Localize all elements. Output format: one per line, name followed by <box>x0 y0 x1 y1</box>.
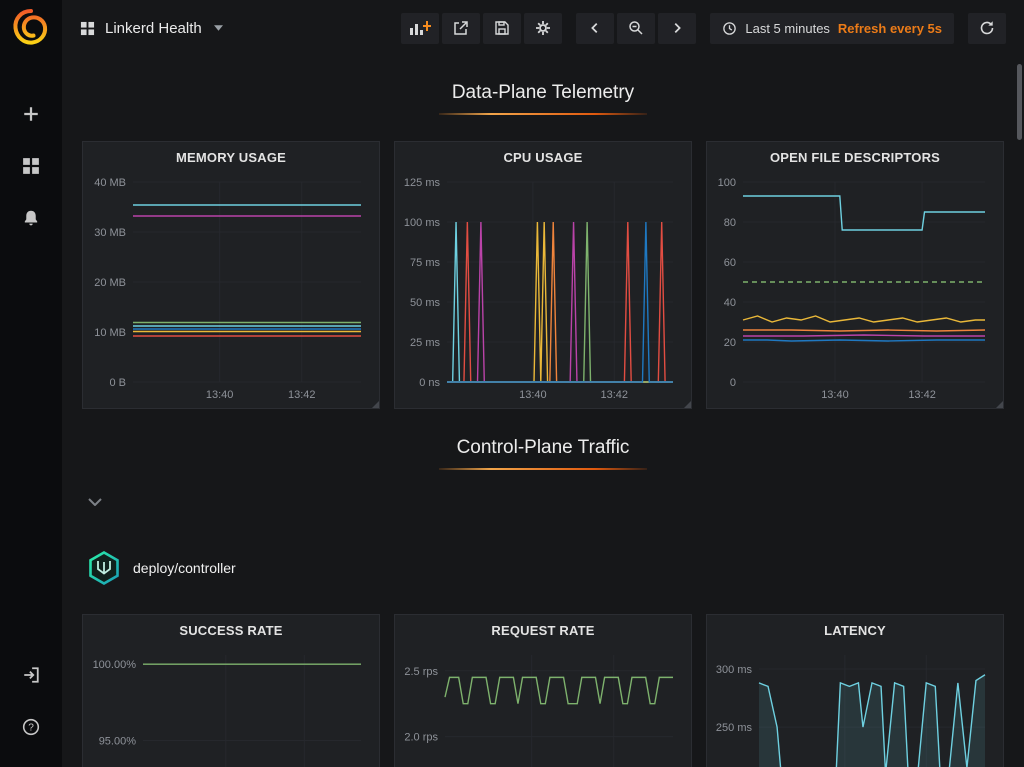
svg-text:50 ms: 50 ms <box>410 297 440 309</box>
request-rate-chart[interactable]: 1.5 rps2.0 rps2.5 rps13:4013:42 <box>399 645 687 767</box>
svg-text:30 MB: 30 MB <box>94 227 126 239</box>
svg-text:20 MB: 20 MB <box>94 277 126 289</box>
create-plus-icon[interactable] <box>18 101 44 127</box>
svg-text:10 MB: 10 MB <box>94 327 126 339</box>
svg-text:13:40: 13:40 <box>519 389 547 401</box>
dashboard-content: Data-Plane Telemetry MEMORY USAGE 0 B 10 … <box>62 56 1024 767</box>
dashboard-grid-icon[interactable] <box>80 21 95 36</box>
panel-title[interactable]: REQUEST RATE <box>395 615 691 645</box>
panel-title[interactable]: LATENCY <box>707 615 1003 645</box>
panel-success-rate: SUCCESS RATE 90.00%95.00%100.00%13:4013:… <box>82 614 380 767</box>
panels-row-telemetry: MEMORY USAGE 0 B 10 MB 20 MB 30 MB 40 MB 13:4… <box>82 141 1004 409</box>
chevron-down-icon[interactable] <box>214 25 223 31</box>
svg-text:100 ms: 100 ms <box>404 217 441 229</box>
deployment-label: deploy/controller <box>133 560 236 576</box>
svg-text:60: 60 <box>724 257 736 269</box>
app-root: ? Linkerd Health <box>0 0 1024 767</box>
svg-text:0 B: 0 B <box>109 377 126 389</box>
time-picker[interactable]: Last 5 minutes Refresh every 5s <box>710 13 954 44</box>
panel-memory-usage: MEMORY USAGE 0 B 10 MB 20 MB 30 MB 40 MB 13:4… <box>82 141 380 409</box>
panel-request-rate: REQUEST RATE 1.5 rps2.0 rps2.5 rps13:401… <box>394 614 692 767</box>
svg-text:250 ms: 250 ms <box>716 722 753 734</box>
svg-text:13:42: 13:42 <box>600 389 628 401</box>
svg-text:2.5 rps: 2.5 rps <box>404 666 438 678</box>
sign-in-icon[interactable] <box>18 662 44 688</box>
panel-latency: LATENCY 200 ms250 ms300 ms13:4013:42 <box>706 614 1004 767</box>
alerting-bell-icon[interactable] <box>18 205 44 231</box>
latency-chart[interactable]: 200 ms250 ms300 ms13:4013:42 <box>711 645 999 767</box>
svg-text:300 ms: 300 ms <box>716 664 753 676</box>
time-back-button[interactable] <box>576 13 614 44</box>
navbar: Linkerd Health <box>62 0 1024 56</box>
time-nav-group <box>576 13 696 44</box>
svg-text:75 ms: 75 ms <box>410 257 440 269</box>
help-icon[interactable]: ? <box>18 714 44 740</box>
row-title-underline <box>439 468 647 470</box>
panels-row-controller: SUCCESS RATE 90.00%95.00%100.00%13:4013:… <box>82 614 1004 767</box>
svg-text:13:42: 13:42 <box>908 389 936 401</box>
panel-resize-handle[interactable] <box>684 401 691 408</box>
dashboards-icon[interactable] <box>18 153 44 179</box>
grafana-logo[interactable] <box>11 8 51 48</box>
linkerd-logo-icon <box>86 550 122 586</box>
navbar-left: Linkerd Health <box>80 20 223 37</box>
row-title-data-plane[interactable]: Data-Plane Telemetry <box>82 82 1004 115</box>
svg-text:0: 0 <box>730 377 736 389</box>
svg-text:13:40: 13:40 <box>206 389 234 401</box>
svg-text:?: ? <box>28 722 34 733</box>
panel-cpu-usage: CPU USAGE 0 ns 25 ms 50 ms 75 ms 100 ms 125 m… <box>394 141 692 409</box>
row-title-text: Control-Plane Traffic <box>457 437 630 458</box>
time-forward-button[interactable] <box>658 13 696 44</box>
svg-text:80: 80 <box>724 217 736 229</box>
refresh-interval-label: Refresh every 5s <box>838 21 942 36</box>
panel-resize-handle[interactable] <box>372 401 379 408</box>
sidebar: ? <box>0 0 62 767</box>
svg-text:40 MB: 40 MB <box>94 177 126 189</box>
svg-text:100.00%: 100.00% <box>93 659 137 671</box>
zoom-out-button[interactable] <box>617 13 655 44</box>
panel-title[interactable]: CPU USAGE <box>395 142 691 172</box>
dashboard-title[interactable]: Linkerd Health <box>105 20 202 37</box>
svg-text:95.00%: 95.00% <box>99 735 137 747</box>
panel-title[interactable]: MEMORY USAGE <box>83 142 379 172</box>
time-range-label: Last 5 minutes <box>745 21 830 36</box>
panel-title[interactable]: SUCCESS RATE <box>83 615 379 645</box>
svg-text:20: 20 <box>724 337 736 349</box>
refresh-button[interactable] <box>968 13 1006 44</box>
save-button[interactable] <box>483 13 521 44</box>
panel-actions-group <box>401 13 562 44</box>
panel-title[interactable]: OPEN FILE DESCRIPTORS <box>707 142 1003 172</box>
panel-resize-handle[interactable] <box>996 401 1003 408</box>
share-button[interactable] <box>442 13 480 44</box>
cpu-usage-chart[interactable]: 0 ns 25 ms 50 ms 75 ms 100 ms 125 ms 13:40 13:4… <box>399 172 687 404</box>
scrollbar[interactable] <box>1017 64 1022 140</box>
deployment-header: deploy/controller <box>82 550 1004 586</box>
svg-text:40: 40 <box>724 297 736 309</box>
svg-text:100: 100 <box>718 177 736 189</box>
svg-text:125 ms: 125 ms <box>404 177 441 189</box>
panel-open-file-descriptors: OPEN FILE DESCRIPTORS 0 20 40 60 80 100 13:40 1… <box>706 141 1004 409</box>
navbar-right: Last 5 minutes Refresh every 5s <box>401 13 1006 44</box>
svg-text:13:42: 13:42 <box>288 389 316 401</box>
svg-text:0 ns: 0 ns <box>419 377 440 389</box>
main-area: Linkerd Health <box>62 0 1024 767</box>
row-title-underline <box>439 113 647 115</box>
add-panel-button[interactable] <box>401 13 439 44</box>
svg-text:13:40: 13:40 <box>821 389 849 401</box>
svg-text:25 ms: 25 ms <box>410 337 440 349</box>
clock-icon <box>722 21 737 36</box>
row-title-text: Data-Plane Telemetry <box>452 82 634 103</box>
memory-usage-chart[interactable]: 0 B 10 MB 20 MB 30 MB 40 MB 13:40 13:42 <box>87 172 375 404</box>
row-collapse-chevron-icon[interactable] <box>88 498 106 512</box>
settings-gear-icon[interactable] <box>524 13 562 44</box>
open-file-descriptors-chart[interactable]: 0 20 40 60 80 100 13:40 13:42 <box>711 172 999 404</box>
svg-text:2.0 rps: 2.0 rps <box>404 732 438 744</box>
success-rate-chart[interactable]: 90.00%95.00%100.00%13:4013:42 <box>87 645 375 767</box>
row-title-control-plane[interactable]: Control-Plane Traffic <box>82 437 1004 470</box>
